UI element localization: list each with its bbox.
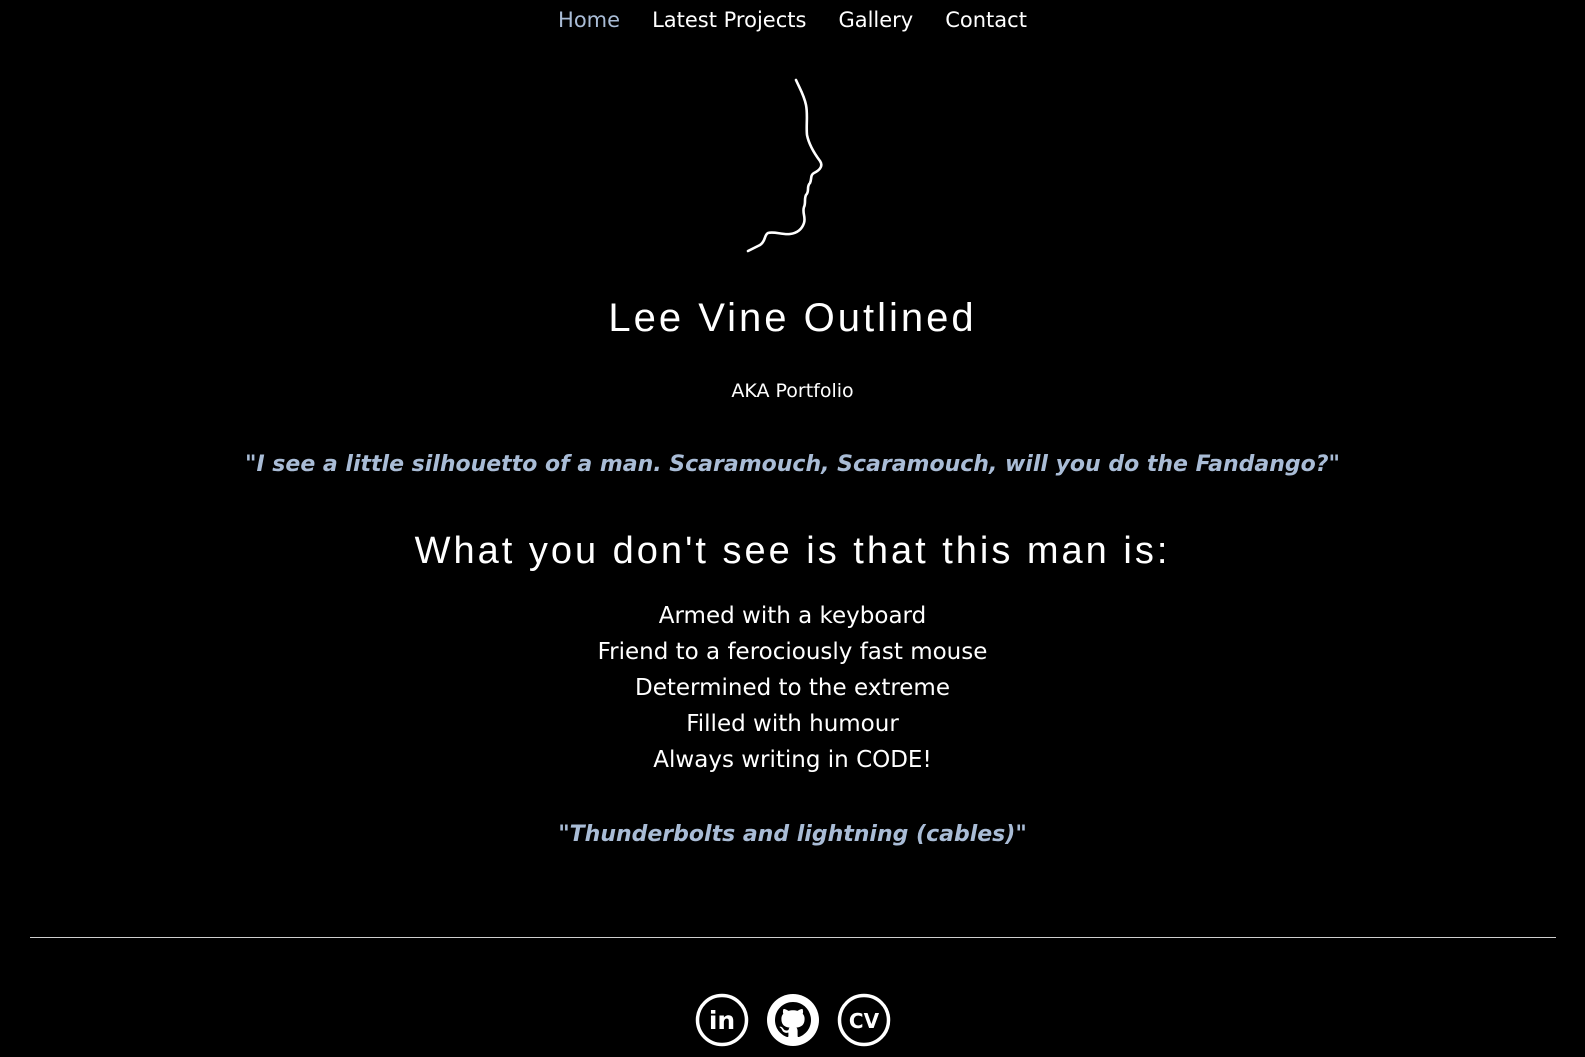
face-silhouette-outline-icon bbox=[746, 78, 823, 253]
list-item: Always writing in CODE! bbox=[653, 747, 932, 773]
linkedin-icon-label: in bbox=[708, 1006, 734, 1035]
quote-silhouetto: "I see a little silhouetto of a man. Sca… bbox=[245, 452, 1340, 477]
list-item: Filled with humour bbox=[686, 711, 899, 737]
github-link[interactable] bbox=[766, 993, 820, 1047]
linkedin-icon: in bbox=[695, 993, 748, 1047]
nav-home[interactable]: Home bbox=[558, 8, 620, 32]
page: Home Latest Projects Gallery Contact Lee… bbox=[0, 0, 1585, 1057]
list-item: Armed with a keyboard bbox=[658, 603, 927, 629]
about-heading: What you don't see is that this man is: bbox=[414, 530, 1171, 572]
footer-divider bbox=[30, 937, 1556, 938]
list-item: Friend to a ferociously fast mouse bbox=[597, 639, 988, 665]
github-icon bbox=[766, 994, 819, 1046]
linkedin-link[interactable]: in bbox=[695, 993, 749, 1047]
nav-gallery[interactable]: Gallery bbox=[838, 8, 913, 32]
main-nav: Home Latest Projects Gallery Contact bbox=[0, 0, 1585, 40]
nav-latest-projects[interactable]: Latest Projects bbox=[652, 8, 806, 32]
cv-icon-label: CV bbox=[848, 1009, 879, 1033]
nav-contact[interactable]: Contact bbox=[945, 8, 1027, 32]
quote-thunderbolts: "Thunderbolts and lightning (cables)" bbox=[558, 822, 1027, 847]
traits-list: Armed with a keyboard Friend to a feroci… bbox=[0, 598, 1585, 778]
cv-link[interactable]: CV bbox=[837, 993, 891, 1047]
list-item: Determined to the extreme bbox=[634, 675, 950, 701]
cv-icon: CV bbox=[837, 993, 890, 1047]
social-links: in CV bbox=[0, 993, 1585, 1047]
page-subtitle: AKA Portfolio bbox=[731, 380, 854, 402]
page-title: Lee Vine Outlined bbox=[608, 296, 977, 340]
